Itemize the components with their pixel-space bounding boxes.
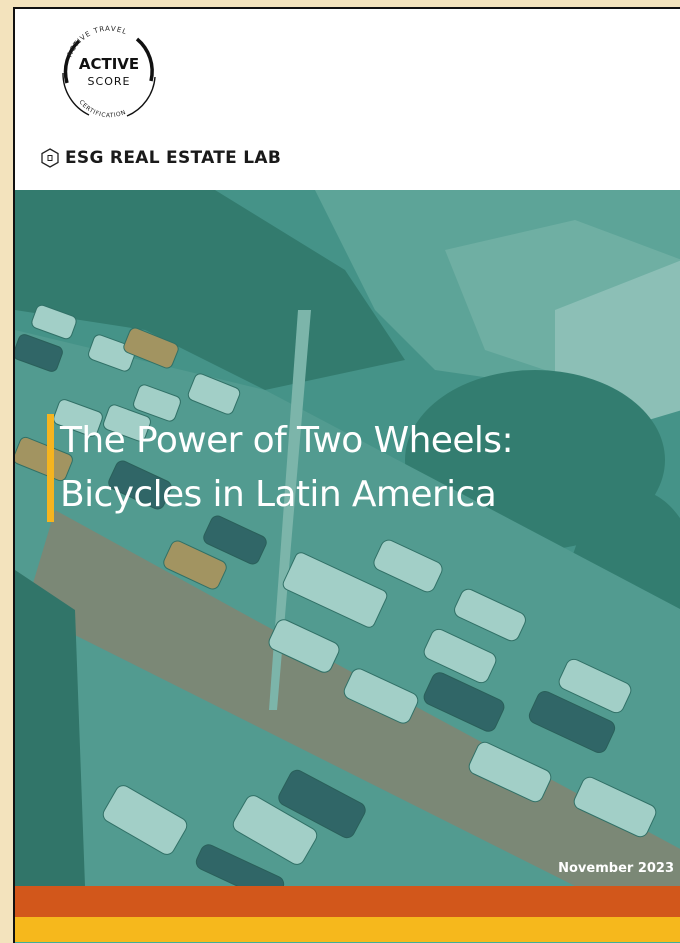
stripe-orange (15, 886, 680, 917)
brand-name: ESG REAL ESTATE LAB (65, 148, 282, 168)
stripe-yellow (15, 917, 680, 942)
svg-text:ACTIVE TRAVEL: ACTIVE TRAVEL (66, 25, 129, 58)
publication-date: November 2023 (558, 861, 674, 876)
hexagon-logo-icon (41, 148, 59, 168)
aerial-street-scene (15, 190, 680, 886)
cover-hero-image: The Power of Two Wheels: Bicycles in Lat… (15, 190, 680, 886)
svg-text:CERTIFICATION: CERTIFICATION (77, 99, 127, 120)
activescore-seal-logo: ACTIVE TRAVEL ACTIVE SCORE CERTIFICATION (62, 25, 156, 120)
report-cover: ACTIVE TRAVEL ACTIVE SCORE CERTIFICATION… (13, 7, 680, 943)
esg-brand: ESG REAL ESTATE LAB (41, 147, 281, 169)
cover-title-line-2: Bicycles in Latin America (60, 474, 497, 515)
seal-score-text: SCORE (88, 75, 131, 88)
seal-active-text: ACTIVE (79, 55, 139, 73)
cover-title-line-1: The Power of Two Wheels: (60, 420, 514, 461)
cover-title: The Power of Two Wheels: Bicycles in Lat… (47, 414, 514, 522)
